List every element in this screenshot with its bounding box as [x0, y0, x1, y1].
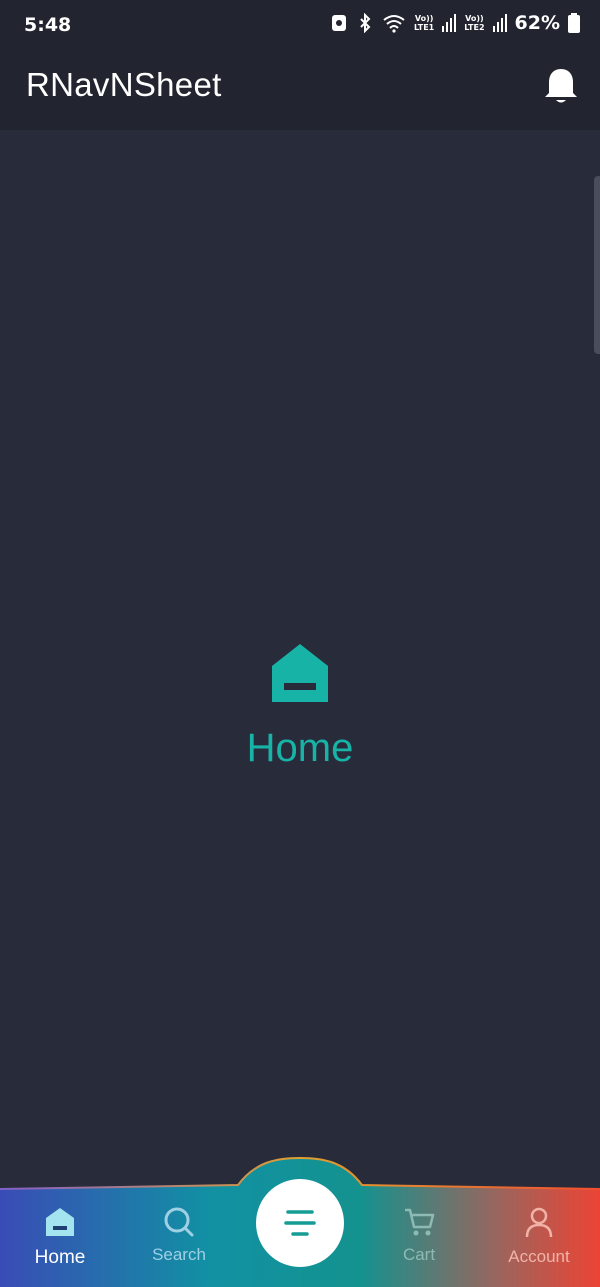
lte2-label: LTE2 [464, 23, 485, 32]
nav-item-cart[interactable]: Cart [359, 1205, 479, 1280]
nav-label-cart: Cart [402, 1245, 436, 1264]
app-screen: 5:48 Vo)) LTE1 Vo)) LTE2 62% RNavNSheet … [0, 0, 600, 1287]
signal-icon [492, 14, 507, 32]
wifi-icon [383, 15, 405, 33]
lte2-indicator: Vo)) LTE2 [464, 14, 484, 32]
nav-label-home: Home [34, 1247, 86, 1268]
lte1-indicator: Vo)) LTE1 [414, 14, 434, 32]
nav-label-search: Search [152, 1245, 206, 1264]
cart-icon [405, 1208, 435, 1236]
bell-icon[interactable] [542, 66, 580, 106]
screen-title: Home [246, 726, 354, 770]
battery-level: 62% [514, 12, 560, 34]
lte1-label: LTE1 [413, 23, 435, 32]
status-bar: 5:48 Vo)) LTE1 Vo)) LTE2 62% [0, 0, 600, 52]
nav-item-home[interactable]: Home [0, 1205, 120, 1280]
screenshot-icon [331, 15, 346, 31]
lte2-volte: Vo)) [465, 14, 484, 23]
app-title: RNavNSheet [26, 66, 222, 103]
bottom-navigation: Home Search Cart Account [0, 1155, 600, 1287]
bluetooth-icon [360, 13, 371, 33]
status-icons: Vo)) LTE1 Vo)) LTE2 62% [330, 12, 580, 34]
nav-label-account: Account [508, 1247, 570, 1266]
battery-icon [568, 13, 580, 33]
menu-icon [284, 1210, 316, 1236]
home-icon [46, 1208, 74, 1236]
account-icon [525, 1207, 553, 1238]
center-menu-button[interactable] [256, 1179, 344, 1267]
home-icon [272, 644, 328, 702]
app-bar: RNavNSheet [0, 52, 600, 130]
search-icon [164, 1207, 194, 1237]
status-time: 5:48 [24, 14, 72, 36]
lte1-volte: Vo)) [414, 14, 434, 23]
scrollbar-thumb[interactable] [594, 176, 600, 354]
nav-item-search[interactable]: Search [119, 1205, 239, 1280]
nav-item-account[interactable]: Account [479, 1205, 599, 1280]
home-screen-content: Home [0, 642, 600, 771]
signal-icon [442, 14, 457, 32]
